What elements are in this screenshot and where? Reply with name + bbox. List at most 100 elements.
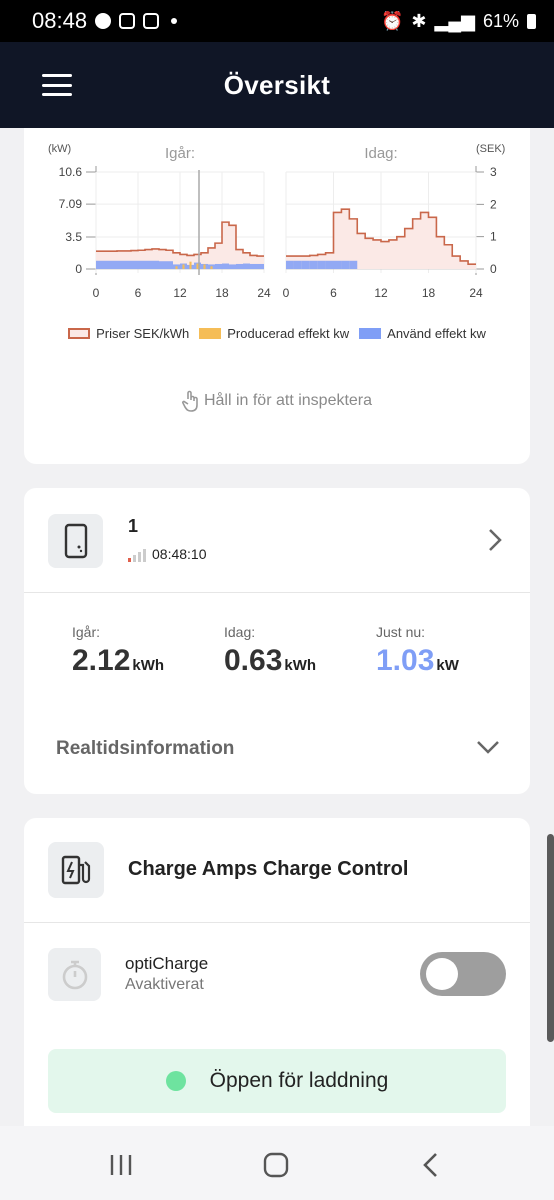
hamburger-menu-icon[interactable]	[42, 74, 72, 96]
used-power-bar	[229, 264, 236, 269]
right-axis-unit: (SEK)	[476, 143, 505, 155]
opticharge-toggle[interactable]	[420, 952, 506, 996]
used-power-bar	[117, 260, 124, 269]
opticharge-label: optiCharge	[125, 954, 209, 973]
home-icon[interactable]	[261, 1150, 291, 1180]
used-power-bar	[131, 260, 138, 269]
left-axis-unit: (kW)	[48, 143, 71, 155]
last-seen-time: 08:48:10	[152, 546, 207, 562]
toggle-knob	[426, 958, 458, 990]
stat-yesterday: Igår: 2.12 kWh	[72, 624, 165, 677]
device-row[interactable]: 1 08:48:10	[24, 488, 530, 592]
x-tick-label: 6	[135, 286, 142, 300]
stopwatch-icon	[48, 948, 101, 1001]
charging-status-box: Öppen för laddning	[48, 1049, 506, 1113]
used-power-bar	[341, 260, 350, 269]
stat-now: Just nu: 1.03 kW	[376, 624, 459, 677]
charger-row[interactable]: Charge Amps Charge Control	[24, 818, 530, 922]
opticharge-status: Avaktiverat	[125, 976, 204, 993]
legend-item-used[interactable]: Använd effekt kw	[359, 326, 486, 341]
used-power-bar	[243, 263, 250, 269]
signal-strength-icon	[128, 548, 146, 562]
instagram-icon	[119, 13, 136, 29]
charging-status-text: Öppen för laddning	[209, 1069, 389, 1092]
battery-icon	[527, 13, 536, 29]
produced-power-bar	[203, 264, 206, 269]
used-power-bar	[286, 260, 294, 269]
right-tick-label: 3	[490, 165, 497, 179]
back-icon[interactable]	[416, 1150, 446, 1180]
used-power-bar	[301, 260, 310, 269]
used-power-bar	[96, 260, 103, 269]
legend-item-prices[interactable]: Priser SEK/kWh	[68, 326, 189, 341]
legend-item-produced[interactable]: Producerad effekt kw	[199, 326, 349, 341]
more-notifications-icon	[171, 18, 178, 24]
alarm-icon: ⏰	[381, 10, 404, 31]
energy-chart[interactable]: (kW) (SEK) 10.6 7.09 3.5 0 3 2 1 0 Igår: 0 6 12 18 24 Id…	[24, 128, 530, 318]
x-tick-label: 18	[215, 286, 229, 300]
charger-card: Charge Amps Charge Control optiCharge Av…	[24, 818, 530, 1128]
used-power-bar	[145, 260, 152, 269]
x-tick-label: 18	[422, 286, 436, 300]
produced-power-bar	[182, 264, 185, 269]
status-bar: 08:48 ⏰ ✱ ▂▄▆ 61%	[0, 0, 554, 42]
meter-device-icon	[48, 514, 103, 568]
used-power-bar	[152, 260, 159, 269]
used-power-bar	[103, 260, 110, 269]
used-power-bar	[159, 261, 166, 269]
left-tick-label: 3.5	[65, 230, 82, 244]
chevron-down-icon	[477, 741, 499, 754]
divider	[24, 592, 530, 593]
used-power-bar	[293, 260, 302, 269]
device-name: 1	[128, 516, 139, 536]
battery-percent: 61%	[482, 10, 519, 31]
panel-title: Idag:	[364, 145, 397, 162]
left-tick-label: 7.09	[59, 197, 83, 211]
chart-legend: Priser SEK/kWh Producerad effekt kw Anvä…	[24, 326, 530, 341]
status-time: 08:48	[32, 8, 88, 33]
inspect-hint: Håll in för att inspektera	[24, 390, 530, 412]
used-power-bar	[317, 260, 326, 269]
ev-charger-icon	[48, 842, 104, 898]
used-power-bar	[349, 260, 358, 269]
left-tick-label: 0	[75, 262, 82, 276]
x-tick-label: 12	[173, 286, 187, 300]
x-tick-label: 0	[283, 286, 290, 300]
divider	[24, 922, 530, 923]
x-tick-label: 6	[330, 286, 337, 300]
panel-title: Igår:	[165, 145, 195, 162]
charger-name: Charge Amps Charge Control	[128, 858, 409, 880]
chevron-right-icon	[489, 529, 502, 551]
x-tick-label: 24	[257, 286, 271, 300]
status-dot-icon	[165, 1071, 186, 1091]
device-card: 1 08:48:10 Igår: 2.12 kWh Idag: 0.63 kWh J…	[24, 488, 530, 794]
used-power-bar	[166, 261, 173, 269]
stat-today: Idag: 0.63 kWh	[224, 624, 317, 677]
produced-power-bar	[175, 266, 178, 269]
produced-power-bar	[189, 261, 192, 269]
used-power-bar	[257, 263, 264, 269]
device-status: 08:48:10	[128, 546, 207, 562]
touch-hand-icon	[182, 390, 198, 412]
bluetooth-icon: ✱	[411, 10, 427, 31]
app-bar: Översikt	[0, 42, 554, 128]
right-tick-label: 0	[490, 262, 497, 276]
produced-power-bar	[196, 263, 199, 269]
recent-apps-icon[interactable]	[106, 1150, 136, 1180]
realtime-info-expander[interactable]: Realtidsinformation	[24, 724, 530, 776]
produced-power-bar	[210, 266, 213, 269]
left-tick-label: 10.6	[59, 165, 83, 179]
scrollbar[interactable]	[547, 834, 554, 1042]
right-tick-label: 2	[490, 197, 497, 211]
used-power-bar	[222, 263, 229, 269]
used-power-bar	[250, 263, 257, 269]
used-power-bar	[138, 260, 145, 269]
signal-icon: ▂▄▆	[434, 10, 475, 31]
x-tick-label: 24	[469, 286, 483, 300]
system-nav-bar	[0, 1126, 554, 1200]
energy-chart-card: (kW) (SEK) 10.6 7.09 3.5 0 3 2 1 0 Igår: 0 6 12 18 24 Id…	[24, 128, 530, 464]
app-notification-icon	[95, 13, 112, 29]
realtime-info-label: Realtidsinformation	[56, 738, 235, 759]
used-power-bar	[215, 263, 222, 269]
right-tick-label: 1	[490, 230, 497, 244]
